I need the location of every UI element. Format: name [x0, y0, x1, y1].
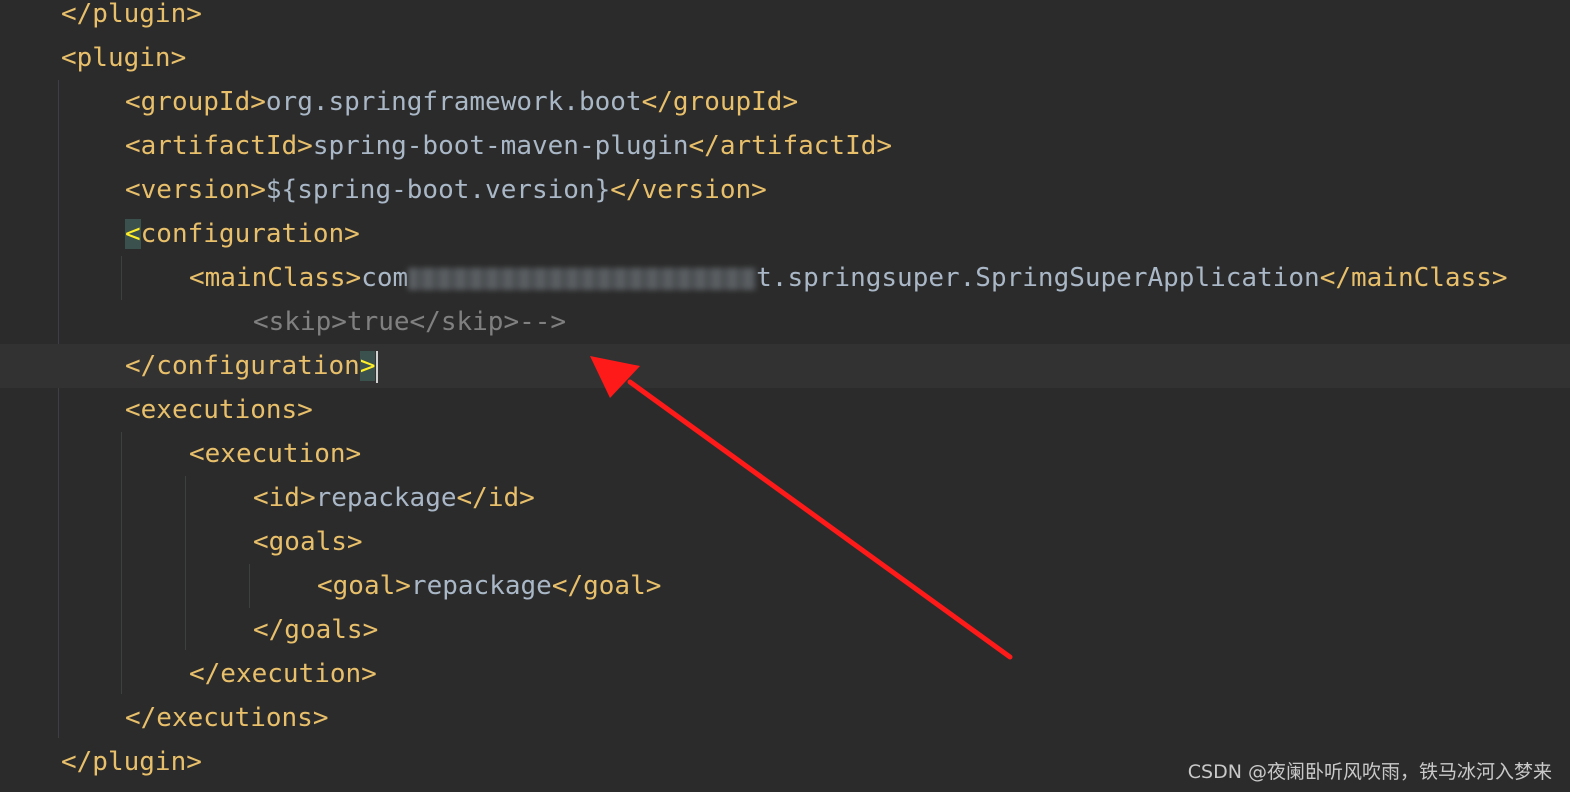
xml-text-end: t.springsuper.SpringSuperApplication: [756, 263, 1320, 293]
redacted-text: [408, 267, 757, 290]
xml-tag: </plugin>: [61, 0, 202, 29]
xml-tag: <executions>: [125, 395, 313, 425]
code-line[interactable]: <executions>: [0, 388, 1570, 432]
xml-text: ${spring-boot.version}: [265, 175, 611, 205]
code-line[interactable]: <plugin>: [0, 36, 1570, 80]
code-line[interactable]: <goals>: [0, 520, 1570, 564]
code-line[interactable]: </goals>: [0, 608, 1570, 652]
code-content: <version>${spring-boot.version}</version…: [125, 168, 767, 212]
xml-text: spring-boot-maven-plugin: [312, 131, 689, 161]
xml-text-start: com: [361, 263, 409, 293]
xml-open-tag: <version>: [125, 175, 266, 205]
xml-open-tag: <groupId>: [125, 87, 266, 117]
code-line[interactable]: <goal>repackage</goal>: [0, 564, 1570, 608]
matched-bracket: >: [359, 351, 376, 381]
code-content: <configuration>: [125, 212, 360, 256]
code-content: <goal>repackage</goal>: [317, 564, 661, 608]
xml-close-tag: </goal>: [551, 571, 662, 601]
xml-text: repackage: [315, 483, 457, 513]
code-line[interactable]: <version>${spring-boot.version}</version…: [0, 168, 1570, 212]
xml-open-tag: <mainClass>: [189, 263, 362, 293]
matched-bracket: <: [125, 219, 141, 249]
code-content: <mainClass>com t.springsuper.SpringSuperA…: [189, 256, 1508, 300]
xml-open-tag: configuration>: [140, 219, 360, 249]
code-line[interactable]: <skip>true</skip>-->: [0, 300, 1570, 344]
code-line[interactable]: <configuration>: [0, 212, 1570, 256]
xml-tag: <plugin>: [61, 43, 187, 73]
xml-close-tag: </mainClass>: [1319, 263, 1508, 293]
code-line[interactable]: <id>repackage</id>: [0, 476, 1570, 520]
code-editor[interactable]: </plugin> <plugin> <groupId>org.springfr…: [0, 0, 1570, 792]
code-line[interactable]: <execution>: [0, 432, 1570, 476]
xml-tag: </execution>: [189, 659, 377, 689]
code-content: </configuration>: [125, 344, 379, 388]
xml-tag: </goals>: [253, 615, 379, 645]
xml-text: org.springframework.boot: [265, 87, 642, 117]
xml-open-tag: <goal>: [317, 571, 411, 601]
code-content: <groupId>org.springframework.boot</group…: [125, 80, 798, 124]
current-line[interactable]: </configuration>: [0, 344, 1570, 388]
xml-tag: <execution>: [189, 439, 362, 469]
code-content: <artifactId>spring-boot-maven-plugin</ar…: [125, 124, 892, 168]
code-line[interactable]: </execution>: [0, 652, 1570, 696]
xml-close-tag: </artifactId>: [688, 131, 893, 161]
code-line[interactable]: <groupId>org.springframework.boot</group…: [0, 80, 1570, 124]
watermark: CSDN @夜阑卧听风吹雨，铁马冰河入梦来: [1187, 761, 1552, 783]
xml-close-tag: </version>: [610, 175, 767, 205]
xml-close-tag: </groupId>: [641, 87, 799, 117]
code-line[interactable]: </plugin>: [0, 0, 1570, 36]
xml-text: repackage: [410, 571, 552, 601]
xml-tag: </executions>: [125, 703, 329, 733]
code-content: <id>repackage</id>: [253, 476, 535, 520]
xml-tag: <goals>: [253, 527, 363, 557]
xml-close-tag: </configuration: [125, 351, 360, 381]
xml-tag: </plugin>: [61, 747, 202, 777]
xml-comment: <skip>true</skip>-->: [253, 307, 567, 337]
xml-open-tag: <id>: [253, 483, 316, 513]
xml-close-tag: </id>: [456, 483, 535, 513]
text-cursor: [376, 350, 379, 383]
code-line[interactable]: <artifactId>spring-boot-maven-plugin</ar…: [0, 124, 1570, 168]
code-line[interactable]: <mainClass>com t.springsuper.SpringSuperA…: [0, 256, 1570, 300]
xml-open-tag: <artifactId>: [125, 131, 313, 161]
code-line[interactable]: </executions>: [0, 696, 1570, 740]
